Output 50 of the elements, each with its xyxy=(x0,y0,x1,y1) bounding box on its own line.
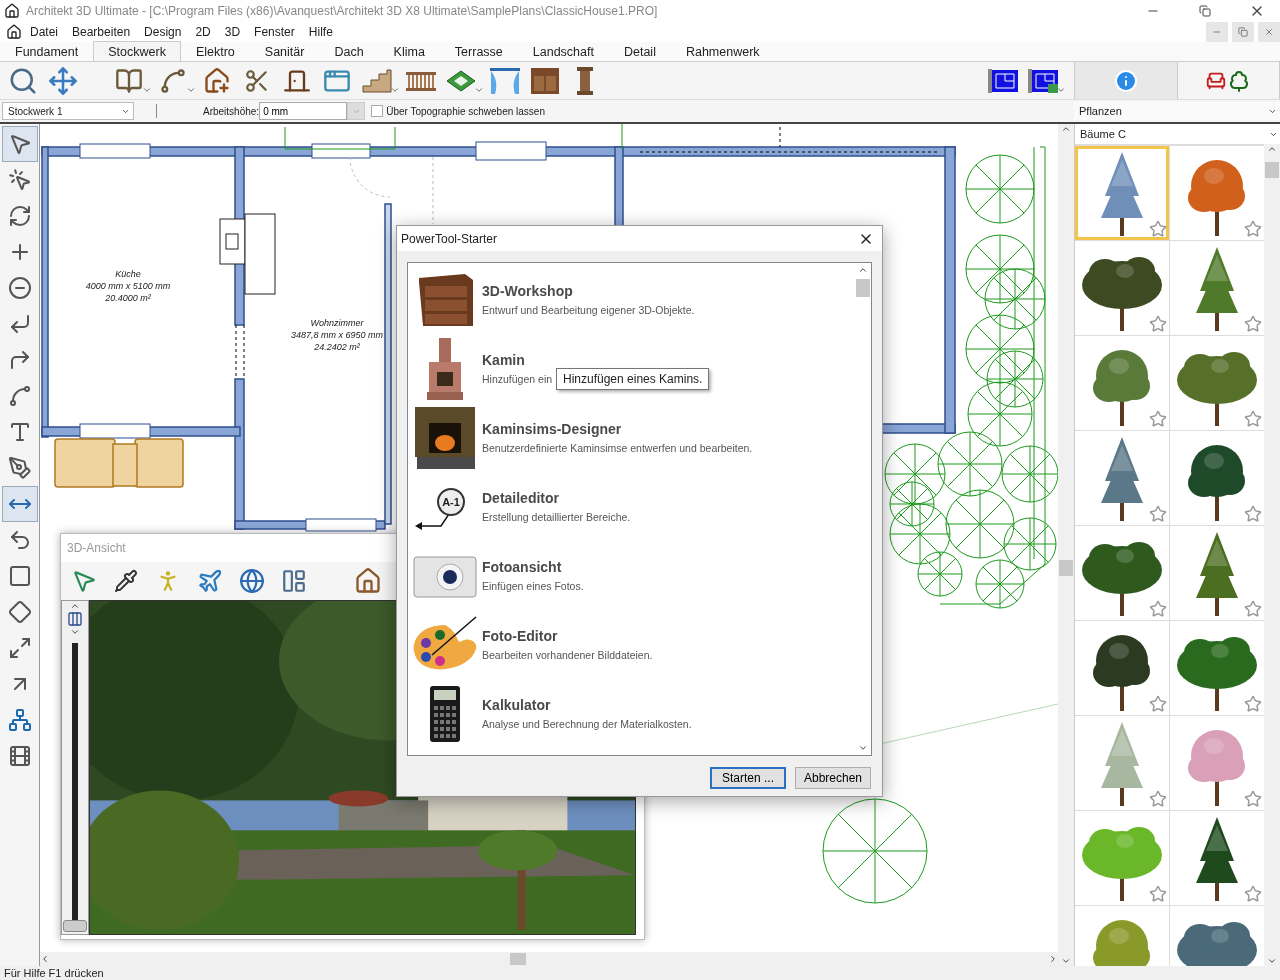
subcategory-select[interactable]: Bäume C xyxy=(1075,124,1280,144)
tool-description: Einfügen eines Fotos. xyxy=(482,580,584,592)
height-field[interactable]: 0 mm xyxy=(259,102,348,120)
tool-name[interactable]: Detaileditor xyxy=(482,490,631,506)
tool-description: Erstellung detaillierter Bereiche. xyxy=(482,511,631,523)
menu-item[interactable]: 3D xyxy=(218,25,247,39)
tool-description: Entwurf und Bearbeitung eigener 3D-Objekte. xyxy=(482,304,695,316)
tooltip: Hinzufügen eines Kamins. xyxy=(556,368,710,390)
cancel-button[interactable]: Abbrechen xyxy=(795,767,871,789)
room-size: 4000 mm x 5100 mm xyxy=(85,280,171,292)
ribbon-tab[interactable]: Elektro xyxy=(180,41,250,61)
status-text: Für Hilfe F1 drücken xyxy=(0,966,1280,980)
dialog-title: PowerTool-Starter xyxy=(401,231,498,246)
window-title: Architekt 3D Ultimate - [C:\Program Files (x86)\Avanquest\Architekt 3D X8 Ultimate\SamplePlans\ClassicHouse1.PRO] xyxy=(26,4,659,18)
room-area: 24.2402 m² xyxy=(291,341,383,353)
view-3d-title: 3D-Ansicht xyxy=(66,540,127,557)
tool-name[interactable]: 3D-Workshop xyxy=(482,283,695,299)
room-size: 3487,8 mm x 6950 mm xyxy=(291,329,383,341)
floor-select[interactable]: Stockwerk 1 xyxy=(2,102,134,120)
menu-item[interactable]: Design xyxy=(138,25,188,39)
menu-item[interactable]: Fenster xyxy=(248,25,301,39)
room-area: 20.4000 m² xyxy=(85,292,171,304)
tool-name[interactable]: Fotoansicht xyxy=(482,559,584,575)
category-select[interactable]: Pflanzen xyxy=(1074,102,1280,120)
ribbon-tab[interactable]: Klima xyxy=(378,41,440,61)
ribbon-tab[interactable]: Landschaft xyxy=(517,41,609,61)
menu-item[interactable]: Datei xyxy=(24,25,64,39)
tool-name[interactable]: Foto-Editor xyxy=(482,628,653,644)
ribbon-tab[interactable]: Sanitär xyxy=(249,41,320,61)
menu-item[interactable]: 2D xyxy=(189,25,217,39)
tool-name[interactable]: Kamin xyxy=(482,352,553,368)
ribbon-tab[interactable]: Terrasse xyxy=(439,41,518,61)
menu-item[interactable]: Bearbeiten xyxy=(66,25,137,39)
room-name: Küche xyxy=(114,268,142,280)
tool-description: Bearbeiten vorhandener Bilddateien. xyxy=(482,649,653,661)
tool-description: Hinzufügen ein xyxy=(482,373,553,385)
ribbon-tab[interactable]: Fundament xyxy=(0,41,94,61)
menu-item[interactable]: Hilfe xyxy=(302,25,339,39)
tool-name[interactable]: Kalkulator xyxy=(482,697,692,713)
ribbon-tab[interactable]: Stockwerk xyxy=(93,41,181,61)
ribbon-tab[interactable]: Dach xyxy=(319,41,379,61)
tool-description: Benutzerdefinierte Kaminsimse entwerfen und bearbeiten. xyxy=(482,442,753,454)
ribbon-tab[interactable]: Rahmenwerk xyxy=(670,41,775,61)
ribbon-tab[interactable]: Detail xyxy=(608,41,671,61)
height-label: Arbeitshöhe: xyxy=(203,105,260,117)
tool-name[interactable]: Kaminsims-Designer xyxy=(482,421,753,437)
room-name: Wohnzimmer xyxy=(309,317,365,329)
float-label: Über Topographie schweben lassen xyxy=(386,105,545,117)
start-button[interactable]: Starten ... xyxy=(710,767,786,789)
tool-description: Analyse und Berechnung der Materialkosten. xyxy=(482,718,692,730)
